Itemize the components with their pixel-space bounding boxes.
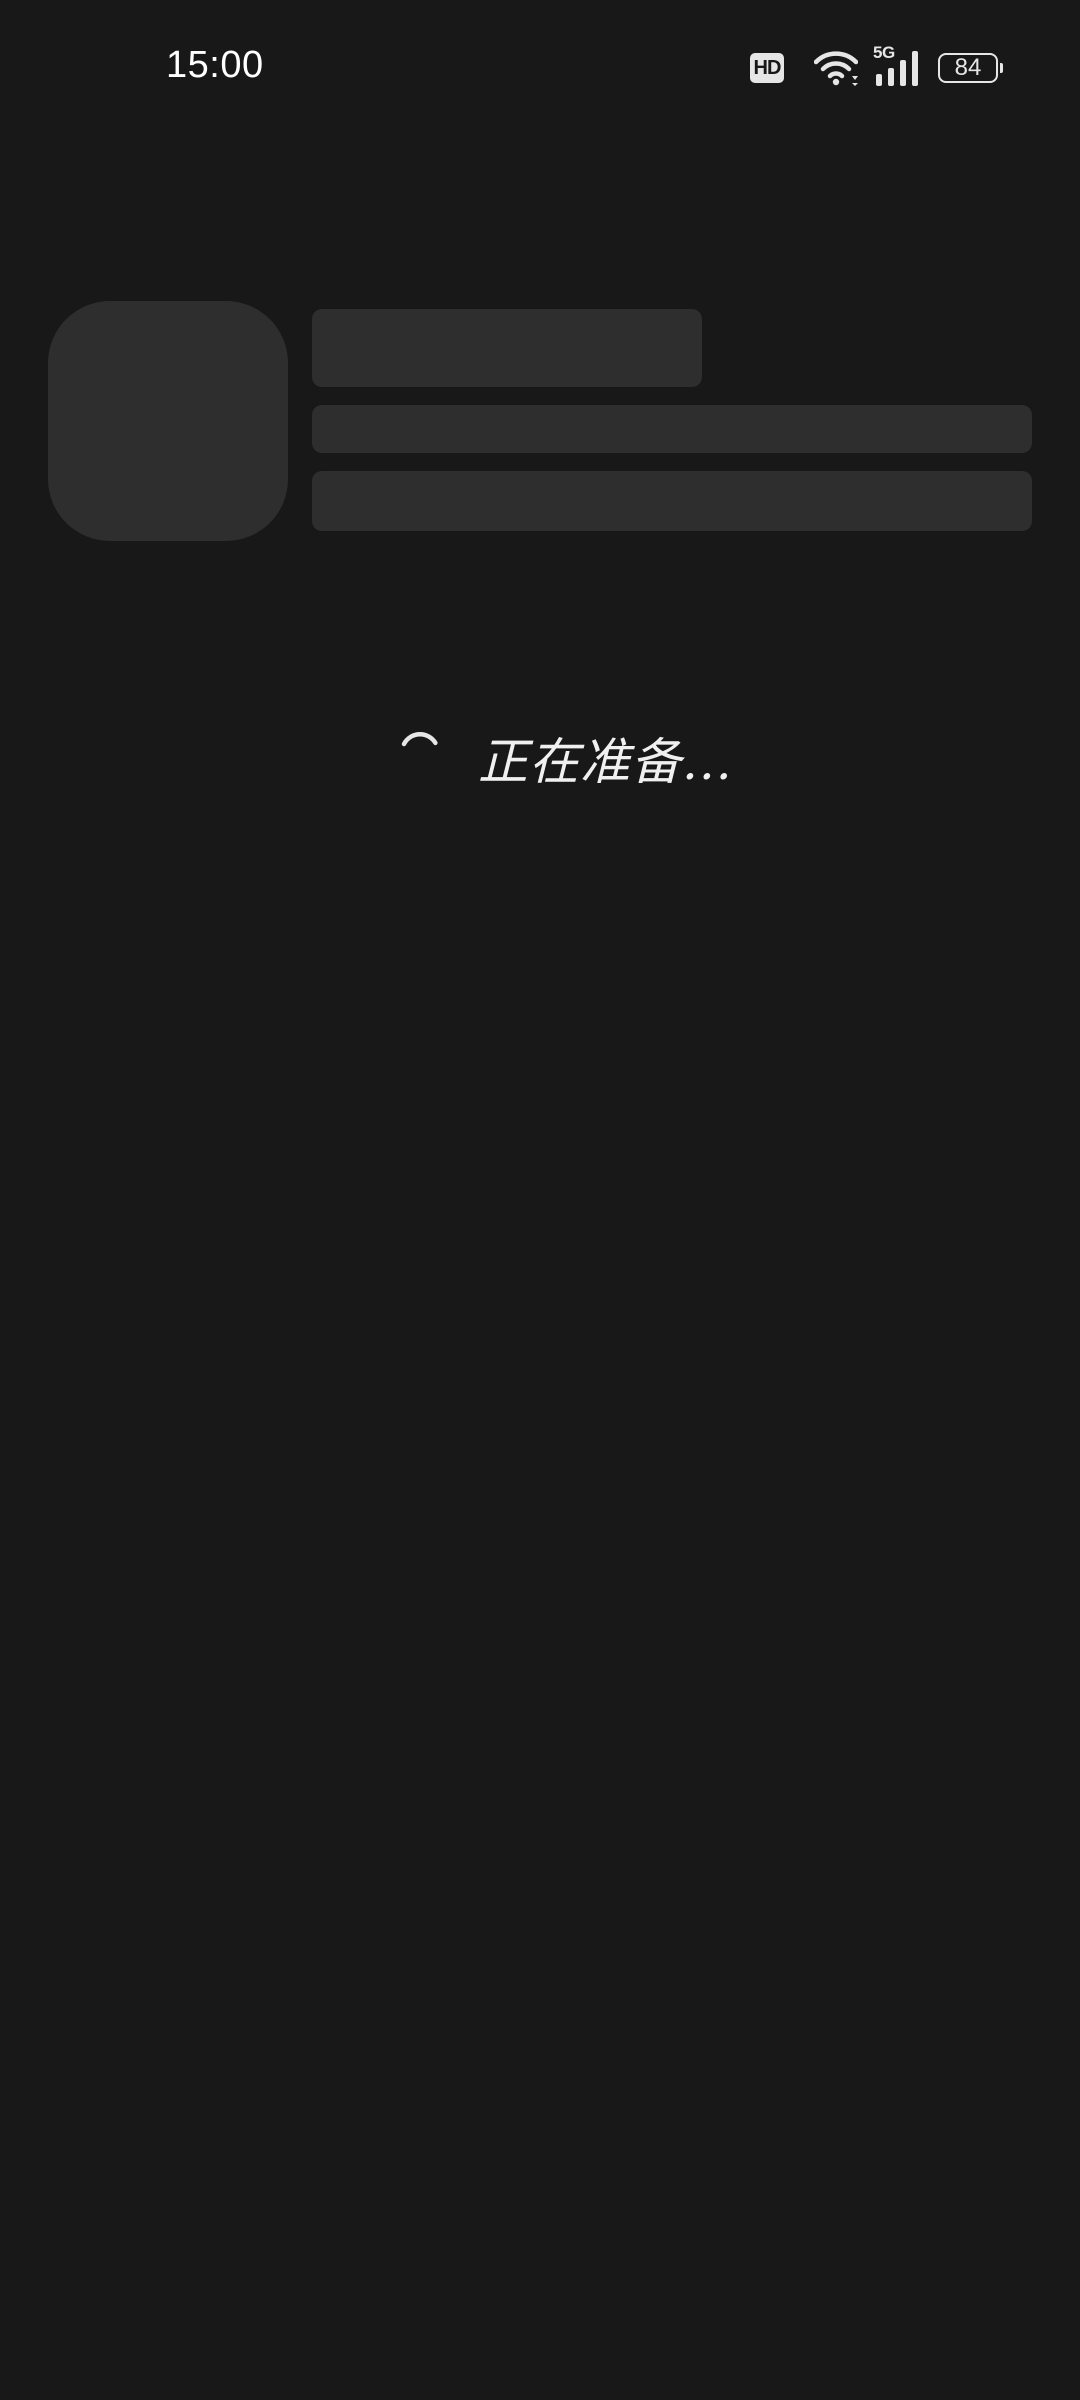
loading-indicator: 正在准备... <box>0 712 1080 792</box>
title-placeholder <box>312 309 702 387</box>
hd-icon: HD <box>750 53 784 83</box>
status-bar: 15:00 HD 5G 84 <box>0 0 1080 136</box>
battery-tip <box>1000 63 1003 73</box>
status-icons: HD 5G 84 <box>750 43 1003 90</box>
status-time: 15:00 <box>166 44 264 86</box>
battery-level: 84 <box>954 54 982 81</box>
wifi-icon <box>814 51 858 86</box>
spinner-icon <box>401 732 439 747</box>
signal-icon: 5G <box>873 43 921 88</box>
subtitle-placeholder-2 <box>312 471 1032 531</box>
battery-icon: 84 <box>938 53 998 83</box>
loading-text: 正在准备... <box>478 733 733 791</box>
app-icon-placeholder <box>48 301 288 541</box>
subtitle-placeholder-1 <box>312 405 1032 453</box>
